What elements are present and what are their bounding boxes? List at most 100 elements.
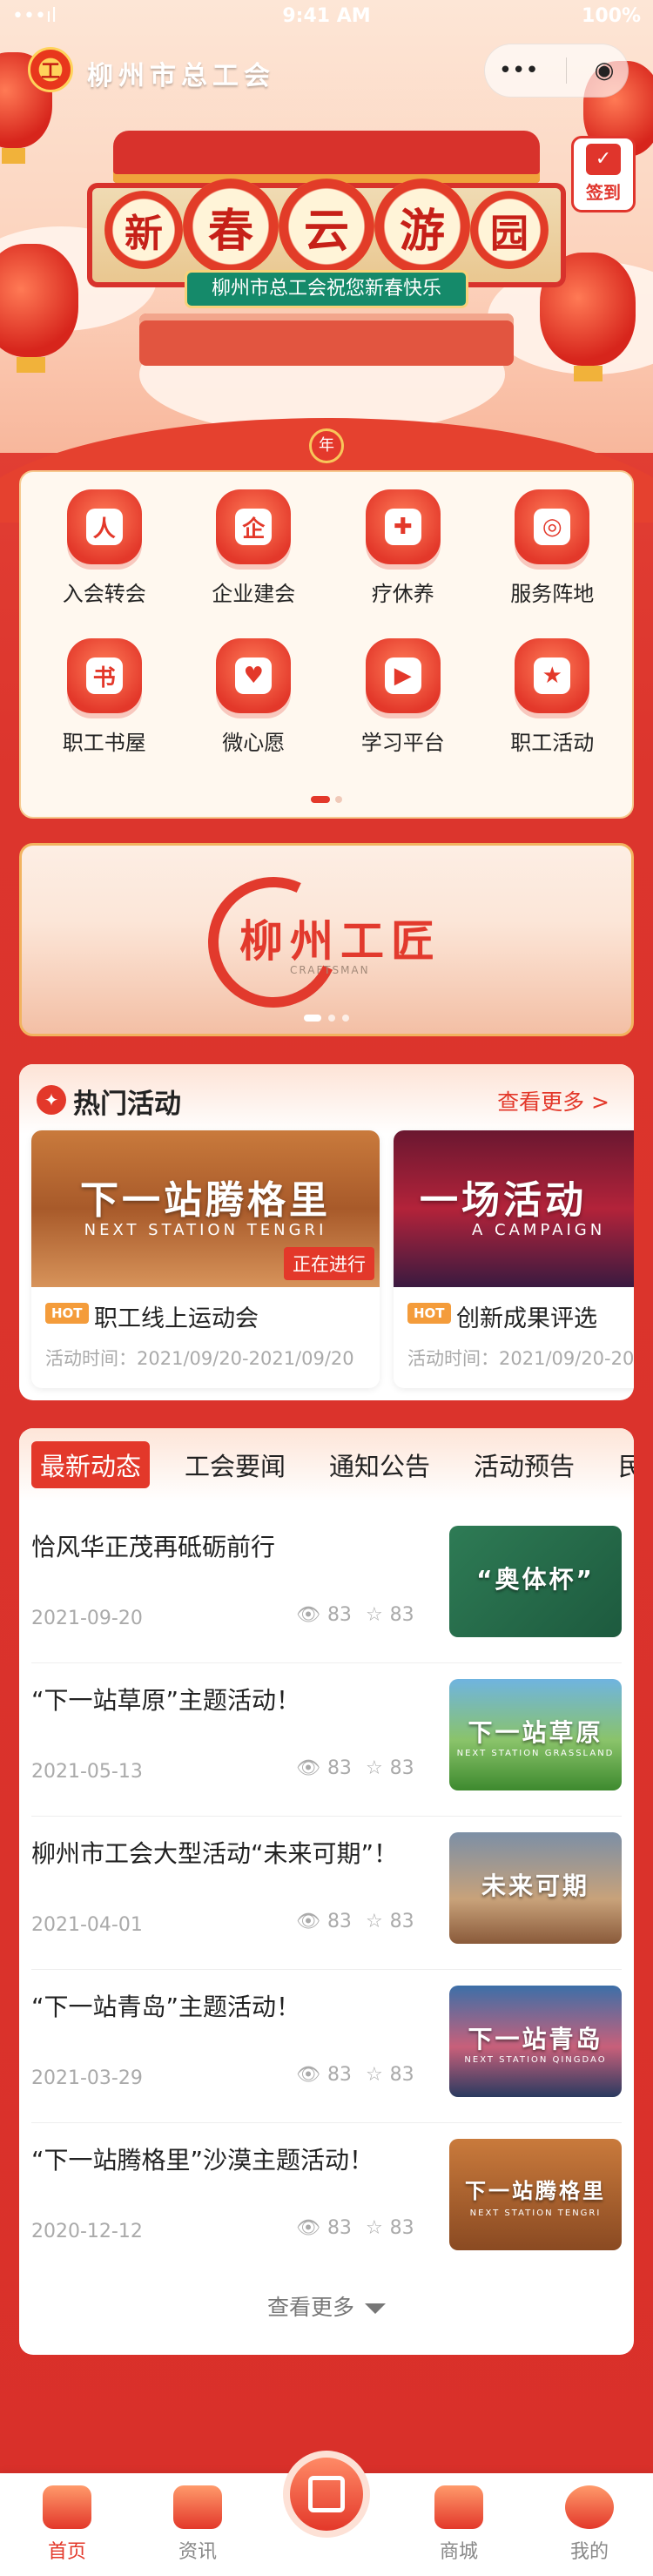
news-tabs: 最新动态 工会要闻 通知公告 活动预告 民主 [19,1428,634,1501]
news-title: “下一站青岛”主题活动！ [31,1993,301,2021]
service-item-join-union[interactable]: 人 入会转会 [30,489,179,607]
service-label: 微心愿 [222,731,286,755]
title-char: 春 [183,179,279,274]
news-section: 最新动态 工会要闻 通知公告 活动预告 民主 恰风华正茂再砥砺前行 2021-0… [19,1428,634,2355]
tab-latest[interactable]: 最新动态 [31,1441,151,1488]
thumbnail-text: 下一站草原 [468,1718,603,1747]
star-icon: ☆ [365,2217,383,2239]
views-count: 👁 83 [296,1911,352,1932]
title-char: 园 [470,191,549,269]
carousel-dot [328,1015,335,1022]
service-item-recuperation[interactable]: ✚ 疗休养 [328,489,478,607]
calendar-check-icon: ✓ [586,144,621,175]
news-item[interactable]: 恰风华正茂再砥砺前行 2021-09-20 👁 83 ☆ 83 “奥体杯” [19,1510,634,1663]
nav-mall[interactable]: 商城 [411,2485,507,2564]
image-title: 一场活动 [420,1178,587,1223]
chevron-down-icon [365,2303,386,2314]
views-value: 83 [326,1911,352,1932]
icon-glyph: ✚ [384,509,421,545]
nav-news[interactable]: 资讯 [150,2485,246,2564]
views-value: 83 [326,2217,352,2239]
service-item-activities[interactable]: ★ 职工活动 [478,638,628,756]
nav-profile[interactable]: 我的 [542,2485,637,2564]
star-icon: ☆ [365,2064,383,2086]
service-item-reading-room[interactable]: 书 职工书屋 [30,638,179,756]
news-title: “下一站草原”主题活动！ [31,1686,301,1715]
activity-card[interactable]: 下一站腾格里 NEXT STATION TENGRI 正在进行 HOT 职工线上… [31,1130,380,1388]
tab-union-news[interactable]: 工会要闻 [176,1441,294,1488]
service-label: 职工书屋 [62,731,146,755]
section-title: 热门活动 [73,1089,181,1120]
qr-code-icon [308,2476,345,2512]
news-meta: 👁 83 ☆ 83 [296,1604,414,1626]
greeting-ribbon: 柳州市总工会祝您新春快乐 [185,270,468,308]
service-grid-panel: 人 入会转会 企 企业建会 ✚ 疗休养 ◎ 服务阵地 书 职工书屋 ♥ 微心愿 [19,470,634,819]
title-char: 新 [104,191,183,269]
hero-banner[interactable]: •••ıl 9:41 AM 100% 工 柳州市总工会 ••• ◉ 新 春 云 … [0,0,653,453]
news-thumbnail: “奥体杯” [449,1526,622,1637]
top-bar: 工 柳州市总工会 ••• ◉ [0,44,653,105]
service-label: 企业建会 [212,582,296,606]
news-date: 2021-09-20 [31,1608,143,1629]
close-target-icon[interactable]: ◉ [595,57,615,84]
star-icon: ☆ [365,1604,383,1626]
stars-value: 83 [389,2217,414,2239]
stars-value: 83 [389,1911,414,1932]
news-item[interactable]: 柳州市工会大型活动“未来可期”！ 2021-04-01 👁 83 ☆ 83 未来可期 [19,1817,634,1970]
news-item[interactable]: “下一站腾格里”沙漠主题活动！ 2020-12-12 👁 83 ☆ 83 下一站腾格… [19,2123,634,2276]
service-grid: 人 入会转会 企 企业建会 ✚ 疗休养 ◎ 服务阵地 书 职工书屋 ♥ 微心愿 [30,489,627,756]
icon-glyph: ★ [534,657,571,694]
service-label: 职工活动 [510,731,595,755]
tab-democracy[interactable]: 民主 [609,1441,634,1488]
title-char: 云 [279,179,374,274]
more-menu-icon[interactable]: ••• [499,57,539,84]
bottom-nav: 首页 资讯 商城 我的 [0,2451,653,2576]
news-item[interactable]: “下一站青岛”主题活动！ 2021-03-29 👁 83 ☆ 83 下一站青岛 NE… [19,1970,634,2123]
festival-title: 新 春 云 游 园 [104,179,549,283]
scan-qr-button[interactable] [283,2451,370,2538]
ongoing-badge: 正在进行 [284,1247,374,1280]
hot-activities-section: ✦ 热门活动 查看更多 > 下一站腾格里 NEXT STATION TENGRI… [19,1064,634,1400]
view-more-link[interactable]: 查看更多 > [497,1085,609,1116]
nav-home[interactable]: 首页 [19,2485,115,2564]
stars-count: ☆ 83 [366,2064,414,2086]
thumbnail-subtext: NEXT STATION GRASSLAND [456,1749,615,1758]
news-meta: 👁 83 ☆ 83 [296,2064,414,2086]
heart-wish-icon: ♥ [216,638,292,713]
news-item[interactable]: “下一站草原”主题活动！ 2021-05-13 👁 83 ☆ 83 下一站草原 NE… [19,1663,634,1817]
news-title: 柳州市工会大型活动“未来可期”！ [31,1839,399,1868]
year-badge: 年 [309,428,344,463]
views-count: 👁 83 [296,1757,352,1779]
tab-event-preview[interactable]: 活动预告 [465,1441,583,1488]
festival-gate: 新 春 云 游 园 柳州市总工会祝您新春快乐 [87,131,566,366]
carousel-dot-active [304,1015,321,1022]
service-item-micro-wish[interactable]: ♥ 微心愿 [179,638,329,756]
news-title: “下一站腾格里”沙漠主题活动！ [31,2146,374,2175]
craftsman-subtitle: CRAFTSMAN [290,964,370,976]
carousel-dots [22,1015,631,1022]
news-meta: 👁 83 ☆ 83 [296,1757,414,1779]
star-icon: ☆ [365,1757,383,1779]
star-icon: ☆ [365,1911,383,1932]
checkin-button[interactable]: ✓ 签到 [571,136,636,212]
service-item-service-sites[interactable]: ◎ 服务阵地 [478,489,628,607]
service-item-learning[interactable]: ▶ 学习平台 [328,638,478,756]
image-subtitle: A CAMPAIGN [472,1221,606,1239]
stars-count: ☆ 83 [366,1911,414,1932]
service-item-enterprise[interactable]: 企 企业建会 [179,489,329,607]
activity-card[interactable]: 一场活动 A CAMPAIGN HOT 创新成果评选 活动时间：2021/09/… [394,1130,634,1388]
craftsman-title: 柳州工匠 [239,915,441,967]
tab-notices[interactable]: 通知公告 [320,1441,439,1488]
activity-time: 活动时间：2021/09/20-2021/09/20 [407,1348,634,1369]
gate-base [139,314,514,366]
news-meta: 👁 83 ☆ 83 [296,1911,414,1932]
news-date: 2021-04-01 [31,1914,143,1936]
hot-tag: HOT [407,1303,451,1324]
lantern-icon [0,244,78,373]
craftsman-banner[interactable]: 柳州工匠 CRAFTSMAN [19,843,634,1036]
carousel-dot [342,1015,349,1022]
news-thumbnail: 下一站腾格里 NEXT STATION TENGRI [449,2139,622,2250]
load-more-button[interactable]: 查看更多 [19,2290,634,2322]
icon-glyph: 人 [85,509,123,545]
enterprise-icon: 企 [216,489,292,564]
